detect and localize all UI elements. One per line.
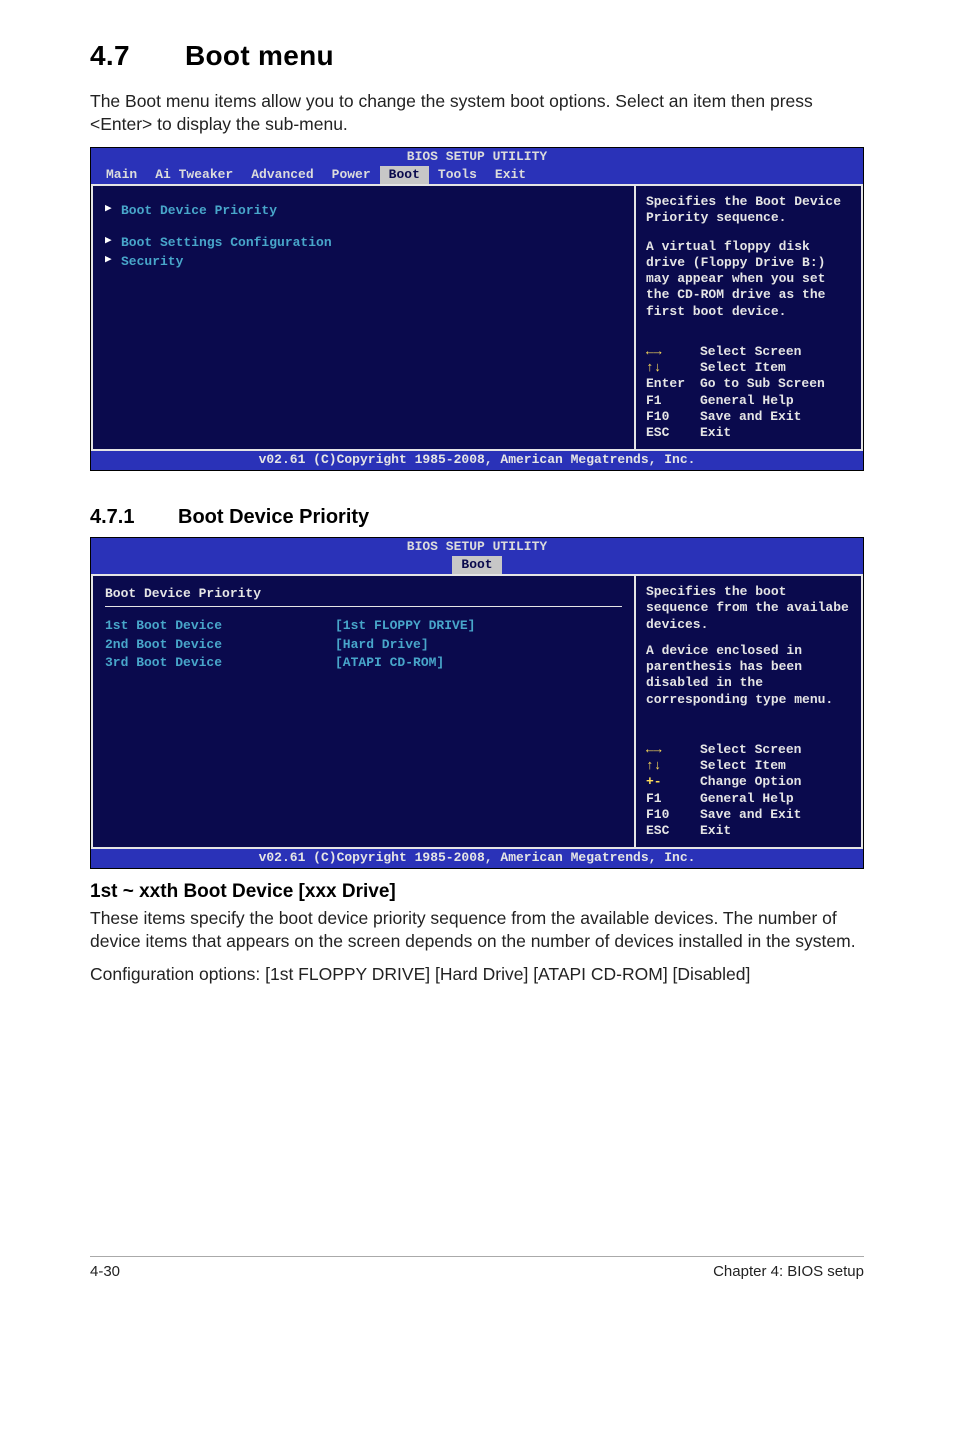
bios-title: BIOS SETUP UTILITY [91,538,863,556]
key-desc: Select Item [700,360,786,376]
setting-value: [ATAPI CD-ROM] [335,655,444,671]
submenu-heading: Boot Device Priority [105,586,622,602]
key-esc: ESC [646,425,700,441]
page-number: 4-30 [90,1263,120,1280]
chapter-label: Chapter 4: BIOS setup [713,1263,864,1280]
help-text-secondary: A virtual floppy disk drive (Floppy Driv… [646,239,853,320]
help-text-primary: Specifies the Boot Device Priority seque… [646,194,853,227]
tab-exit[interactable]: Exit [486,166,535,184]
menu-item-security[interactable]: ▶ Security [105,253,622,271]
tab-advanced[interactable]: Advanced [242,166,322,184]
subsection-number: 4.7.1 [90,506,178,529]
bios-help-pane: Specifies the Boot Device Priority seque… [635,184,863,451]
key-left-right-icon: ←→ [646,344,700,360]
help-text-primary: Specifies the boot sequence from the ava… [646,584,853,633]
menu-item-boot-device-priority[interactable]: ▶ Boot Device Priority [105,202,622,220]
menu-item-label: Boot Device Priority [121,203,277,219]
key-desc: Save and Exit [700,409,801,425]
key-desc: Select Screen [700,742,801,758]
key-desc: Save and Exit [700,807,801,823]
tab-power[interactable]: Power [323,166,380,184]
bios-main-pane: ▶ Boot Device Priority ▶ Boot Settings C… [91,184,635,451]
key-up-down-icon: ↑↓ [646,758,700,774]
bios-panel-boot-priority: BIOS SETUP UTILITY Boot Boot Device Prio… [90,537,864,869]
key-f1: F1 [646,791,700,807]
section-number: 4.7 [90,40,185,72]
subsection-title-text: Boot Device Priority [178,506,369,528]
key-legend: ←→Select Screen ↑↓Select Item EnterGo to… [646,334,853,442]
tab-tools[interactable]: Tools [429,166,486,184]
bios-help-pane: Specifies the boot sequence from the ava… [635,574,863,849]
key-desc: Exit [700,425,731,441]
section-heading: 4.7Boot menu [90,40,864,72]
key-desc: Go to Sub Screen [700,376,825,392]
setting-label: 2nd Boot Device [105,637,335,653]
key-plus-minus: +- [646,774,700,790]
key-desc: General Help [700,791,794,807]
setting-label: 3rd Boot Device [105,655,335,671]
key-left-right-icon: ←→ [646,742,700,758]
submenu-arrow-icon: ▶ [105,254,121,268]
submenu-arrow-icon: ▶ [105,235,121,249]
bios-main-pane: Boot Device Priority 1st Boot Device [1s… [91,574,635,849]
key-f1: F1 [646,393,700,409]
item-heading: 1st ~ xxth Boot Device [xxx Drive] [90,881,864,903]
row-2nd-boot-device[interactable]: 2nd Boot Device [Hard Drive] [105,636,622,654]
key-desc: Change Option [700,774,801,790]
item-paragraph-2: Configuration options: [1st FLOPPY DRIVE… [90,963,864,986]
bios-tabs: Main Ai Tweaker Advanced Power Boot Tool… [91,166,863,184]
menu-item-boot-settings-config[interactable]: ▶ Boot Settings Configuration [105,234,622,252]
submenu-arrow-icon: ▶ [105,203,121,217]
divider [105,606,622,607]
help-text-secondary: A device enclosed in parenthesis has bee… [646,643,853,708]
key-enter: Enter [646,376,700,392]
key-desc: Exit [700,823,731,839]
bios-panel-boot-menu: BIOS SETUP UTILITY Main Ai Tweaker Advan… [90,147,864,471]
section-title-text: Boot menu [185,40,334,71]
setting-value: [1st FLOPPY DRIVE] [335,618,475,634]
item-paragraph-1: These items specify the boot device prio… [90,907,864,954]
intro-paragraph: The Boot menu items allow you to change … [90,90,864,137]
row-1st-boot-device[interactable]: 1st Boot Device [1st FLOPPY DRIVE] [105,617,622,635]
key-desc: General Help [700,393,794,409]
key-f10: F10 [646,807,700,823]
menu-item-label: Security [121,254,183,270]
key-esc: ESC [646,823,700,839]
key-legend: ←→Select Screen ↑↓Select Item +-Change O… [646,722,853,840]
bios-title: BIOS SETUP UTILITY [91,148,863,166]
bios-copyright: v02.61 (C)Copyright 1985-2008, American … [91,849,863,867]
tab-boot[interactable]: Boot [452,556,501,574]
setting-value: [Hard Drive] [335,637,429,653]
row-3rd-boot-device[interactable]: 3rd Boot Device [ATAPI CD-ROM] [105,654,622,672]
page-footer: 4-30 Chapter 4: BIOS setup [90,1256,864,1280]
tab-main[interactable]: Main [97,166,146,184]
key-desc: Select Item [700,758,786,774]
subsection-heading: 4.7.1Boot Device Priority [90,506,864,529]
setting-label: 1st Boot Device [105,618,335,634]
bios-copyright: v02.61 (C)Copyright 1985-2008, American … [91,451,863,469]
tab-ai-tweaker[interactable]: Ai Tweaker [146,166,242,184]
tab-boot[interactable]: Boot [380,166,429,184]
bios-tabs: Boot [91,556,863,574]
key-desc: Select Screen [700,344,801,360]
key-f10: F10 [646,409,700,425]
key-up-down-icon: ↑↓ [646,360,700,376]
menu-item-label: Boot Settings Configuration [121,235,332,251]
